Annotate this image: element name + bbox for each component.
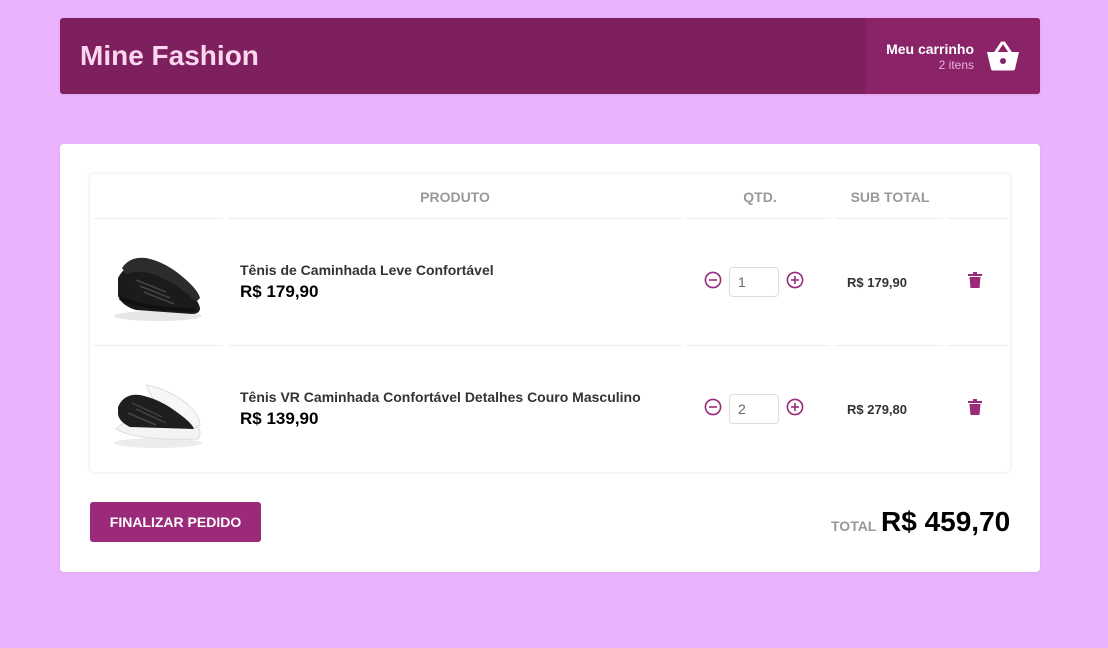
- row-divider: [835, 345, 943, 346]
- quantity-input[interactable]: [729, 394, 779, 424]
- column-header-qtd: QTD.: [743, 189, 777, 205]
- decrease-quantity-icon[interactable]: [704, 271, 722, 289]
- total-value: R$ 459,70: [881, 506, 1011, 537]
- cart-panel: PRODUTO QTD. SUB TOTAL Tênis de Caminhad…: [60, 144, 1040, 572]
- product-price: R$ 139,90: [240, 409, 319, 428]
- item-subtotal: R$ 279,80: [847, 402, 907, 417]
- row-divider: [687, 345, 830, 346]
- row-divider: [93, 218, 223, 219]
- cart-title: Meu carrinho: [886, 40, 974, 57]
- total-label: TOTAL: [831, 518, 877, 534]
- row-divider: [228, 218, 683, 219]
- row-divider: [228, 345, 683, 346]
- column-header-subtotal: SUB TOTAL: [850, 189, 930, 205]
- product-name[interactable]: Tênis de Caminhada Leve Confortável: [240, 262, 494, 278]
- row-divider: [835, 218, 943, 219]
- trash-icon[interactable]: [968, 272, 982, 288]
- cart-text: Meu carrinho 2 itens: [886, 40, 974, 73]
- product-image[interactable]: [106, 240, 206, 324]
- product-name[interactable]: Tênis VR Caminhada Confortável Detalhes …: [240, 389, 641, 405]
- product-image[interactable]: [106, 367, 206, 451]
- row-divider: [93, 345, 223, 346]
- finalize-order-button[interactable]: FINALIZAR PEDIDO: [90, 502, 261, 542]
- quantity-input[interactable]: [729, 267, 779, 297]
- product-price: R$ 179,90: [240, 282, 319, 301]
- column-header-produto: PRODUTO: [420, 189, 490, 205]
- cart-table: PRODUTO QTD. SUB TOTAL Tênis de Caminhad…: [90, 174, 1010, 472]
- decrease-quantity-icon[interactable]: [704, 398, 722, 416]
- item-subtotal: R$ 179,90: [847, 275, 907, 290]
- increase-quantity-icon[interactable]: [786, 271, 804, 289]
- trash-icon[interactable]: [968, 399, 982, 415]
- table-row: Tênis VR Caminhada Confortável Detalhes …: [90, 345, 1010, 472]
- row-divider: [947, 345, 1008, 346]
- table-row: Tênis de Caminhada Leve Confortável R$ 1…: [90, 218, 1010, 345]
- basket-icon: [987, 41, 1019, 71]
- table-header: PRODUTO QTD. SUB TOTAL: [90, 174, 1010, 218]
- cart-summary[interactable]: Meu carrinho 2 itens: [866, 18, 1040, 94]
- brand-logo[interactable]: Mine Fashion: [60, 18, 866, 94]
- cart-count: 2 itens: [938, 57, 974, 72]
- row-divider: [687, 218, 830, 219]
- app-header: Mine Fashion Meu carrinho 2 itens: [60, 18, 1040, 94]
- increase-quantity-icon[interactable]: [786, 398, 804, 416]
- row-divider: [947, 218, 1008, 219]
